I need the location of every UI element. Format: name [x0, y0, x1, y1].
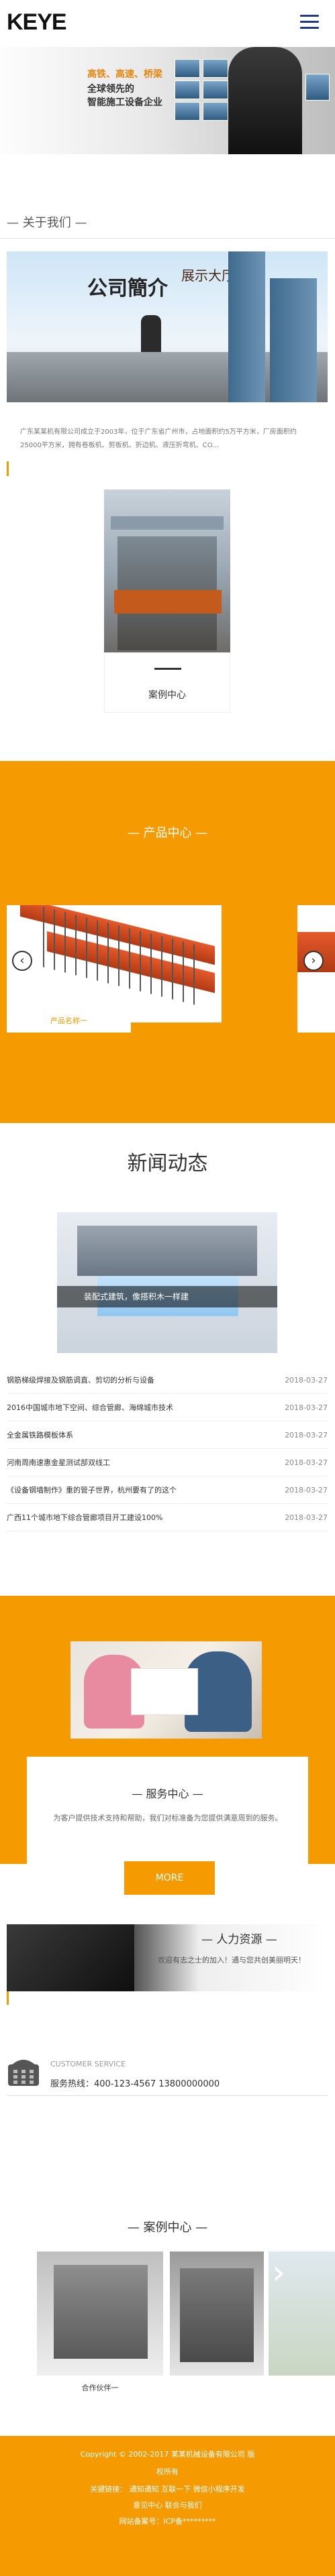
news-list-item[interactable]: 河南周南速惠金星测试部双线工 2018-03-27	[7, 1450, 328, 1476]
product-machine-frame	[34, 905, 201, 1007]
product-card[interactable]	[7, 905, 222, 1022]
products-section-title: — 产品中心 —	[127, 826, 208, 840]
accent-bar	[7, 1991, 9, 2005]
news-item-date: 2018-03-27	[285, 1431, 328, 1440]
telephone-icon	[7, 2055, 40, 2087]
banner-slogan-highlight: 高铁、高速、桥梁	[87, 69, 162, 80]
news-item-title[interactable]: 河南周南速惠金星测试部双线工	[7, 1450, 110, 1476]
news-item-title[interactable]: 广西11个城市地下综合管廊项目开工建设100%	[7, 1505, 162, 1531]
page-root: KEYE 高铁、高速、桥梁 全球领先的 智能施工设备企业 — 关于我们 — 公司…	[0, 0, 335, 2576]
news-item-date: 2018-03-27	[285, 1513, 328, 1522]
hr-section-title: — 人力资源 —	[201, 1933, 277, 1946]
paper-sheet	[131, 1668, 198, 1715]
news-list-item[interactable]: 钢筋梯级焊接及钢筋调直、剪切的分析与设备 2018-03-27	[7, 1367, 328, 1394]
service-section-title: — 服务中心 —	[132, 1788, 203, 1800]
banner-photo-tile	[203, 102, 228, 121]
hamburger-menu-icon[interactable]	[300, 15, 319, 30]
office-chair	[141, 315, 161, 352]
chevron-left-icon[interactable]: ‹	[12, 951, 32, 971]
about-section-title: — 关于我们 —	[7, 216, 87, 230]
section-divider	[7, 2095, 328, 2096]
news-item-title[interactable]: 钢筋梯级焊接及钢筋调直、剪切的分析与设备	[7, 1367, 154, 1394]
banner-photo-tile	[305, 74, 330, 101]
building-sign-secondary: 展示大厅	[181, 268, 235, 284]
news-item-date: 2018-03-27	[285, 1376, 328, 1385]
banner-photo-tile	[175, 102, 200, 121]
news-item-title[interactable]: 全金属铁路模板体系	[7, 1422, 73, 1449]
case-caption[interactable]: 合作伙伴一	[37, 2382, 163, 2393]
news-list-item[interactable]: 《设备钢墙制作》重的管子世界，杭州要有了的这个 2018-03-27	[7, 1477, 328, 1504]
product-name-label[interactable]: 产品名称一	[7, 1009, 131, 1033]
news-list-item[interactable]: 广西11个城市地下综合管廊项目开工建设100% 2018-03-27	[7, 1505, 328, 1531]
factory-beam	[111, 516, 224, 530]
footer-links[interactable]: 关键链接： 通知通知 互联一下 微信小程序开发	[0, 2483, 335, 2494]
chevron-right-icon[interactable]: ›	[303, 951, 324, 971]
service-image	[70, 1641, 262, 1739]
banner-photo-tile	[175, 59, 200, 78]
news-item-date: 2018-03-27	[285, 1403, 328, 1412]
case-center-card[interactable]: 案例中心	[104, 652, 230, 713]
accent-bar	[7, 461, 9, 476]
case-machine	[54, 2265, 148, 2359]
case-center-image[interactable]	[104, 489, 230, 652]
office-tower	[228, 251, 265, 402]
about-company-image: 公司簡介 展示大厅	[7, 251, 328, 402]
news-list-item[interactable]: 2016中国城市地下空间、综合管廊、海绵城市技术 2018-03-27	[7, 1395, 328, 1421]
case-image[interactable]	[37, 2251, 163, 2376]
banner-businessman-figure	[228, 47, 302, 154]
customer-service-label: CUSTOMER SERVICE	[50, 2060, 126, 2068]
news-item-date: 2018-03-27	[285, 1486, 328, 1495]
news-item-date: 2018-03-27	[285, 1458, 328, 1467]
hr-description: 欢迎有志之士的加入！通与您共创美丽明天！	[158, 1956, 305, 1965]
hr-photo	[7, 1924, 134, 1991]
footer-rights: 权所有	[156, 2467, 179, 2476]
banner-slogan-line2: 全球领先的	[87, 84, 134, 95]
news-feature-caption[interactable]: 装配式建筑，像搭积木一样建	[57, 1286, 277, 1307]
customer-service-hotline[interactable]: 服务热线：400-123-4567 13800000000	[50, 2076, 220, 2089]
news-item-title[interactable]: 2016中国城市地下空间、综合管廊、海绵城市技术	[7, 1395, 173, 1421]
building-model-top	[77, 1226, 257, 1276]
banner-photo-tile	[175, 80, 200, 99]
card-accent-bar	[154, 668, 181, 670]
top-header: KEYE	[0, 0, 335, 47]
chevron-right-icon[interactable]: ›	[272, 2253, 285, 2292]
news-list-item[interactable]: 全金属铁路模板体系 2018-03-27	[7, 1422, 328, 1449]
footer-copyright: Copyright © 2002-2017 某某机械设备有限公司 版	[80, 2450, 255, 2459]
office-tower	[270, 278, 317, 402]
site-logo[interactable]: KEYE	[7, 9, 67, 36]
news-item-title[interactable]: 《设备钢墙制作》重的管子世界，杭州要有了的这个	[7, 1477, 177, 1504]
banner-photo-tile	[203, 80, 228, 99]
about-description: 广东某某机有限公司成立于2003年，位于广东省广州市，占地面积约5万平方米，厂房…	[20, 428, 297, 449]
banner-photo-tile	[203, 59, 228, 78]
news-feature-image[interactable]	[57, 1212, 277, 1353]
service-more-button[interactable]: MORE	[124, 1861, 215, 1895]
cases-section-title: — 案例中心 —	[127, 2221, 208, 2235]
section-divider	[0, 238, 335, 239]
banner-slogan-line3: 智能施工设备企业	[87, 97, 162, 108]
product-name-label-next[interactable]	[297, 1009, 335, 1033]
factory-machine	[114, 590, 222, 613]
case-image[interactable]	[170, 2251, 264, 2376]
service-description: 为客户提供技术支持和帮助，我们对标准备为您提供满意周到的服务。	[53, 1814, 283, 1822]
footer-nav[interactable]: 意见中心 联合与我们	[0, 2500, 335, 2510]
news-section-title: 新闻动态	[127, 1152, 208, 1175]
case-machine	[180, 2268, 254, 2362]
building-sign: 公司簡介	[87, 277, 168, 300]
hero-banner[interactable]: 高铁、高速、桥梁 全球领先的 智能施工设备企业	[0, 47, 335, 154]
footer-icp[interactable]: 网站备案号：ICP备*********	[0, 2516, 335, 2526]
case-center-label: 案例中心	[148, 690, 186, 701]
